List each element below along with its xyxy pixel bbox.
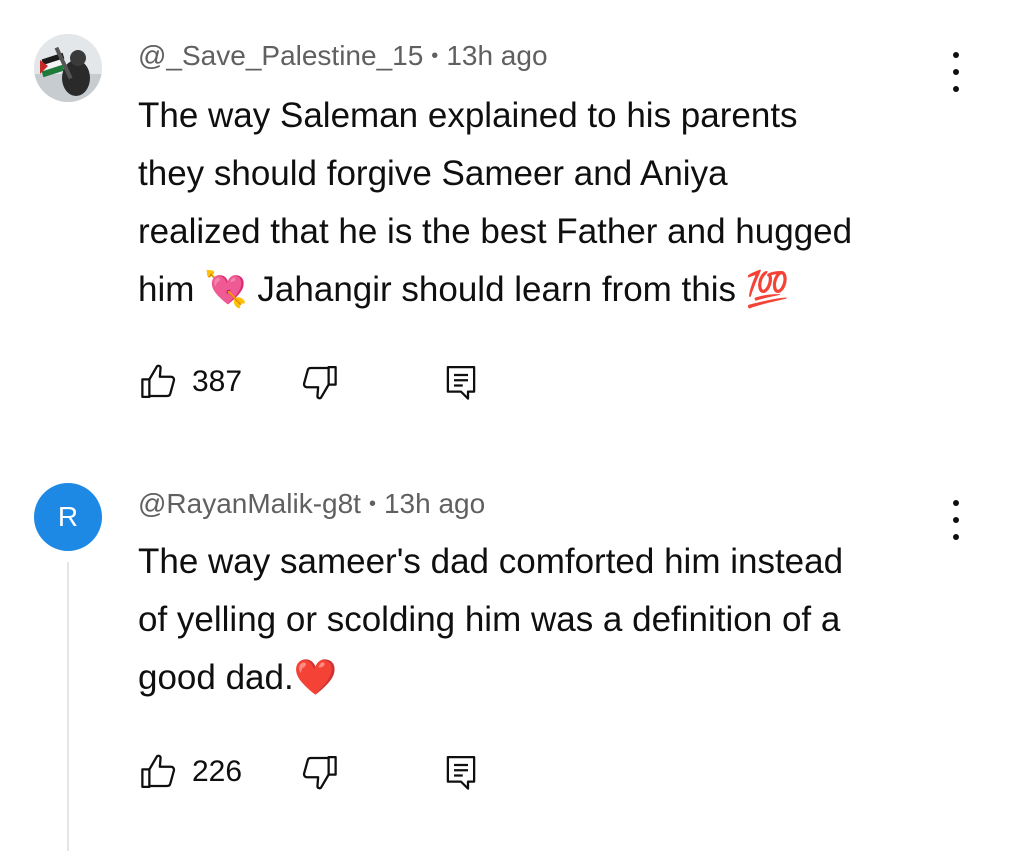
thumbs-up-icon <box>141 754 176 789</box>
comment-timestamp[interactable]: 13h ago <box>384 488 485 519</box>
comment-author-handle[interactable]: @RayanMalik-g8t <box>138 488 361 519</box>
dislike-button[interactable] <box>298 361 340 403</box>
like-count: 387 <box>192 365 243 398</box>
thumbs-down-icon <box>302 755 337 790</box>
comment-actions: 387 <box>138 361 538 403</box>
comment-item: @_Save_Palestine_15 • 13h ago The way Sale… <box>0 0 1024 440</box>
comment-timestamp[interactable]: 13h ago <box>446 40 547 71</box>
reply-button[interactable] <box>440 751 482 793</box>
reply-button[interactable] <box>440 361 482 403</box>
comment-item: R @RayanMalik-g8t • 13h ago The way sameer… <box>0 440 1024 851</box>
dislike-button[interactable] <box>298 751 340 793</box>
meta-separator: • <box>431 45 439 67</box>
thumbs-up-icon <box>141 364 176 399</box>
meta-separator: • <box>368 493 376 515</box>
reply-comment-icon <box>446 755 476 790</box>
comment-meta: @_Save_Palestine_15 • 13h ago <box>138 40 548 72</box>
like-button[interactable]: 387 <box>138 361 242 403</box>
avatar-letter: R <box>57 501 79 532</box>
comment-meta: @RayanMalik-g8t • 13h ago <box>138 488 485 520</box>
like-button[interactable]: 226 <box>138 751 242 793</box>
avatar[interactable]: R <box>34 483 102 551</box>
comment-actions: 226 <box>138 751 538 793</box>
avatar-photo-image <box>34 34 102 102</box>
more-vert-icon[interactable] <box>944 52 968 92</box>
avatar[interactable] <box>34 34 102 102</box>
reply-thread-line <box>67 562 69 851</box>
thumbs-down-icon <box>302 365 337 400</box>
comment-text: The way sameer's dad comforted him inste… <box>138 542 844 697</box>
comment-text: The way Saleman explained to his parents… <box>138 96 853 309</box>
like-count: 226 <box>192 755 243 788</box>
comment-author-handle[interactable]: @_Save_Palestine_15 <box>138 40 423 71</box>
reply-comment-icon <box>446 365 476 400</box>
